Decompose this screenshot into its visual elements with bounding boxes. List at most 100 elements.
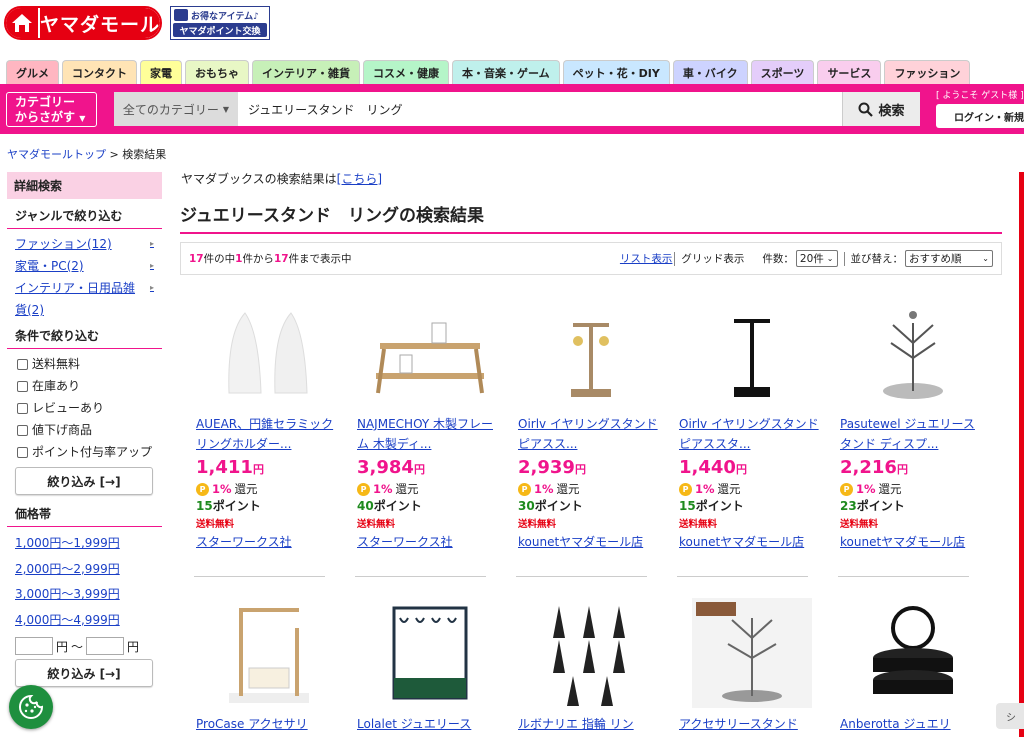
list-view-link[interactable]: リスト表示: [620, 251, 673, 266]
category-button-line1: カテゴリー: [15, 95, 76, 109]
shop-link[interactable]: スターワークス社: [357, 535, 453, 549]
condition-checkbox-row[interactable]: 在庫あり: [15, 375, 162, 397]
product-image[interactable]: [357, 592, 502, 714]
login-button[interactable]: ログイン・新規: [936, 104, 1024, 128]
product-name-link[interactable]: Oirlv イヤリングスタンド ピアススタ...: [679, 417, 819, 451]
free-shipping-label: 送料無料: [679, 519, 718, 530]
product-image[interactable]: [679, 292, 824, 414]
category-tab[interactable]: 本・音楽・ゲーム: [452, 60, 560, 84]
category-tab[interactable]: グルメ: [6, 60, 59, 84]
price-range-inputs: 円 〜 円: [15, 637, 162, 655]
condition-checkbox-row[interactable]: 値下げ商品: [15, 419, 162, 441]
side-widget-tab[interactable]: シ: [996, 703, 1024, 729]
product-image[interactable]: [518, 592, 663, 714]
price-range-link[interactable]: 4,000円〜4,999円: [15, 608, 162, 634]
product-card: Oirlv イヤリングスタンド ピアスス... 2,939円 P 1% 還元 30ポイント…: [518, 292, 663, 552]
search-button[interactable]: 検索: [842, 92, 920, 126]
product-card: アクセサリースタンド: [679, 592, 824, 734]
point-coin-icon: P: [518, 483, 531, 496]
condition-list: 送料無料 在庫あり レビューあり 値下げ商品 ポイント付与率アップ: [7, 349, 162, 463]
category-tab[interactable]: 車・バイク: [672, 60, 748, 84]
shop-link[interactable]: スターワークス社: [196, 535, 292, 549]
category-tab[interactable]: 家電: [140, 60, 182, 84]
product-name-link[interactable]: NAJMECHOY 木製フレーム 木製ディ...: [357, 417, 493, 451]
category-tab[interactable]: ペット・花・DIY: [562, 60, 670, 84]
checkbox[interactable]: [17, 381, 28, 392]
price-range-link[interactable]: 1,000円〜1,999円: [15, 531, 162, 557]
price-range-link[interactable]: 2,000円〜2,999円: [15, 557, 162, 583]
point-count: 15ポイント: [196, 498, 341, 515]
product-name-link[interactable]: AUEAR、円錐セラミックリングホルダー...: [196, 417, 333, 451]
product-name-link[interactable]: Pasutewel ジュエリースタンド ディスプ...: [840, 417, 975, 451]
search-category-select[interactable]: 全てのカテゴリー ▼: [114, 92, 238, 126]
category-tab[interactable]: コスメ・健康: [363, 60, 449, 84]
product-name-link[interactable]: アクセサリースタンド: [679, 717, 798, 731]
shop-link[interactable]: kounetヤマダモール店: [679, 535, 804, 549]
result-count-text: 件から: [242, 253, 274, 265]
card-divider: [516, 576, 647, 577]
product-name-link[interactable]: Oirlv イヤリングスタンド ピアスス...: [518, 417, 658, 451]
category-tab[interactable]: スポーツ: [750, 60, 815, 84]
product-name-link[interactable]: ルボナリエ 指輪 リン: [518, 717, 634, 731]
category-tab[interactable]: コンタクト: [62, 60, 137, 84]
banner-subtitle: ヤマダポイント交換: [173, 23, 267, 37]
right-edge-bar: [1019, 172, 1024, 737]
grid-view-label: グリッド表示: [681, 253, 745, 265]
category-tab[interactable]: インテリア・雑貨: [252, 60, 360, 84]
condition-checkbox-row[interactable]: ポイント付与率アップ: [15, 441, 162, 463]
product-image[interactable]: [679, 592, 824, 714]
category-browse-button[interactable]: カテゴリー からさがす ▼: [6, 92, 97, 127]
genre-link[interactable]: 家電・PC(2) ▸: [15, 255, 162, 277]
divider: [843, 251, 845, 266]
chevron-right-icon: ▸: [149, 239, 154, 248]
product-image[interactable]: [840, 292, 985, 414]
checkbox[interactable]: [17, 447, 28, 458]
price-max-input[interactable]: [86, 637, 125, 655]
shop-link[interactable]: kounetヤマダモール店: [840, 535, 965, 549]
genre-link[interactable]: ファッション(12) ▸: [15, 233, 162, 255]
cookie-settings-button[interactable]: [9, 685, 53, 729]
sort-select[interactable]: おすすめ順 ⌄: [905, 250, 993, 267]
price-range-link[interactable]: 3,000円〜3,999円: [15, 582, 162, 608]
product-image[interactable]: [196, 292, 341, 414]
free-shipping-label: 送料無料: [357, 519, 396, 530]
product-name-link[interactable]: Lolalet ジュエリース: [357, 717, 471, 731]
price-value: 1,440: [679, 457, 736, 478]
breadcrumb-home-link[interactable]: ヤマダモールトップ: [7, 148, 106, 161]
price-unit-label: 円: [127, 639, 140, 654]
checkbox[interactable]: [17, 403, 28, 414]
condition-checkbox-row[interactable]: レビューあり: [15, 397, 162, 419]
product-name-link[interactable]: ProCase アクセサリ: [196, 717, 308, 731]
product-image[interactable]: [518, 292, 663, 414]
per-page-select[interactable]: 20件 ⌄: [795, 250, 838, 267]
books-search-link[interactable]: [こちら]: [337, 172, 382, 186]
points-value: 15: [679, 499, 696, 513]
sort-value: おすすめ順: [909, 253, 962, 265]
product-name-link[interactable]: Anberotta ジュエリ: [840, 717, 951, 731]
category-tab[interactable]: サービス: [817, 60, 882, 84]
free-shipping-label: 送料無料: [840, 519, 879, 530]
checkbox[interactable]: [17, 425, 28, 436]
product-image[interactable]: [357, 292, 502, 414]
condition-checkbox-row[interactable]: 送料無料: [15, 353, 162, 375]
product-image[interactable]: [840, 592, 985, 714]
return-rate: 1%: [534, 482, 554, 496]
category-tab[interactable]: おもちゃ: [185, 60, 249, 84]
price-unit: 円: [252, 463, 264, 476]
search-input[interactable]: [238, 92, 842, 126]
filter-apply-button[interactable]: 絞り込み [→]: [15, 467, 153, 495]
card-divider: [838, 576, 969, 577]
genre-link[interactable]: インテリア・日用品雑貨(2) ▸: [15, 277, 162, 321]
shop-link[interactable]: kounetヤマダモール店: [518, 535, 643, 549]
point-exchange-banner[interactable]: お得なアイテム♪ ヤマダポイント交換: [170, 6, 270, 40]
site-logo[interactable]: ヤマダモール: [4, 6, 162, 40]
checkbox[interactable]: [17, 359, 28, 370]
product-image[interactable]: [196, 592, 341, 714]
price-min-input[interactable]: [15, 637, 53, 655]
per-page-label: 件数：: [762, 253, 794, 265]
results-toolbar: 17 件の中 1 件から 17 件まで表示中 リスト表示 グリッド表示 件数： …: [180, 242, 1002, 275]
category-tab[interactable]: ファッション: [884, 60, 971, 84]
price-filter-button[interactable]: 絞り込み [→]: [15, 659, 153, 687]
product-card: ルボナリエ 指輪 リン: [518, 592, 663, 734]
points-value: 15: [196, 499, 213, 513]
